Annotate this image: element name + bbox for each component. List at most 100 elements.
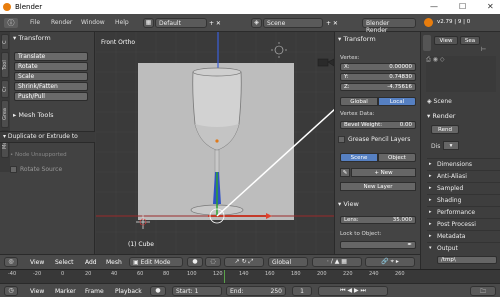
timeline[interactable] — [0, 269, 500, 284]
vertex-x-field[interactable]: X: 0.00000 — [340, 63, 416, 71]
scene-add-icon[interactable]: + ✕ — [326, 20, 338, 27]
close-button[interactable]: ✕ — [487, 2, 494, 11]
timeline-menu-frame[interactable]: Frame — [85, 288, 104, 295]
post-processing-label: Post Processi — [437, 221, 476, 228]
timeline-menu-view[interactable]: View — [30, 288, 44, 295]
rotate-source-label: Rotate Source — [20, 166, 63, 173]
lock-object-field[interactable]: ✒ — [340, 241, 416, 249]
layout-selector[interactable]: Default — [155, 18, 207, 28]
render-tab-icon[interactable]: ⎙ ◉ ◇ — [426, 56, 444, 63]
mesh-tools-title: Mesh Tools — [18, 111, 54, 119]
translate-button[interactable]: Translate — [14, 52, 88, 61]
timeline-tick: 260 — [395, 271, 405, 277]
object-tab[interactable]: Object — [378, 153, 416, 162]
viewport-menu-select[interactable]: Select — [55, 259, 74, 266]
shrink-fatten-button[interactable]: Shrink/Fatten — [14, 82, 88, 91]
expand-triangle-icon: ▸ — [429, 197, 432, 203]
tab-grease-pencil[interactable]: Grea — [1, 100, 9, 128]
layout-add-icon[interactable]: + ✕ — [209, 20, 221, 27]
wine-glass-drawing — [96, 32, 334, 229]
shading-mode-icon[interactable]: ● — [187, 257, 203, 267]
scroll-handle[interactable] — [423, 35, 431, 51]
gp-new-button[interactable]: + New — [351, 168, 416, 177]
menu-render[interactable]: Render — [51, 19, 72, 26]
lens-field[interactable]: Lens: 35.000 — [340, 216, 416, 224]
grease-pencil-header[interactable]: Grease Pencil Layers — [348, 136, 410, 143]
n-transform-title: Transform — [343, 35, 376, 43]
expand-triangle-icon: ▸ — [429, 173, 432, 179]
push-pull-button[interactable]: Push/Pull — [14, 92, 88, 101]
mode-selector[interactable]: ▣ Edit Mode — [129, 257, 183, 267]
view-tab[interactable]: View — [434, 36, 458, 45]
manipulator-icons[interactable]: ↗ ↻ ⤢ — [224, 257, 264, 267]
current-frame-marker[interactable] — [224, 270, 225, 284]
timeline-tick: 200 — [317, 271, 327, 277]
scale-button[interactable]: Scale — [14, 72, 88, 81]
file-browse-icon[interactable]: 🗀 — [470, 286, 496, 296]
start-frame-field[interactable]: Start: 1 — [172, 286, 222, 296]
menu-help[interactable]: Help — [115, 19, 129, 26]
search-tab[interactable]: Sea — [460, 36, 480, 45]
pivot-point-icon[interactable]: ◌ — [205, 257, 221, 267]
render-engine-selector[interactable]: Blender Render — [362, 18, 416, 34]
vertex-y-field[interactable]: Y: 0.74830 — [340, 73, 416, 81]
scene-selector[interactable]: Scene — [263, 18, 323, 28]
timeline-menu-playback[interactable]: Playback — [115, 288, 142, 295]
performance-label: Performance — [437, 209, 476, 216]
pencil-icon[interactable]: ✎ — [340, 168, 350, 177]
local-toggle[interactable]: Local — [378, 97, 416, 106]
new-layer-button[interactable]: New Layer — [340, 182, 416, 191]
render-button[interactable]: Rend — [431, 125, 459, 134]
global-toggle[interactable]: Global — [340, 97, 378, 106]
menu-window[interactable]: Window — [81, 19, 105, 26]
grease-pencil-checkbox[interactable] — [338, 136, 345, 143]
transform-panel-header[interactable]: ▾ Transform — [13, 34, 51, 42]
shading-section[interactable]: ▸ Shading — [427, 194, 500, 205]
render-header[interactable]: ▾ Render — [427, 112, 455, 120]
editor-type-icon[interactable]: ◎ — [4, 257, 18, 267]
bevel-weight-field[interactable]: Bevel Weight: 0.00 — [340, 121, 416, 129]
display-selector[interactable]: ▾ — [443, 141, 459, 150]
rotate-button[interactable]: Rotate — [14, 62, 88, 71]
scene-icon[interactable]: ◈ — [251, 18, 262, 28]
anti-aliasing-label: Anti-Aliasi — [437, 173, 467, 180]
mesh-tools-header[interactable]: ▸ Mesh Tools — [13, 111, 54, 119]
playback-controls[interactable]: ⏮ ◀ ▶ ⏭ — [318, 286, 388, 296]
scene-tab[interactable]: Scene — [340, 153, 378, 162]
record-icon[interactable]: ● — [150, 286, 166, 296]
timeline-menu-marker[interactable]: Marker — [55, 288, 76, 295]
minimize-button[interactable]: — — [430, 2, 438, 11]
sampled-section[interactable]: ▸ Sampled — [427, 182, 500, 193]
output-path-field[interactable]: /tmp\ — [437, 256, 497, 264]
info-editor-icon[interactable]: ⓘ — [4, 18, 18, 28]
operator-panel-header[interactable]: ▾ Duplicate or Extrude to — [3, 133, 78, 140]
current-frame-field[interactable]: 1 — [292, 286, 312, 296]
view-panel-header[interactable]: ▾ View — [338, 200, 359, 208]
maximize-button[interactable]: ☐ — [459, 2, 466, 11]
n-transform-header[interactable]: ▾ Transform — [338, 35, 376, 43]
orientation-selector[interactable]: Global — [268, 257, 308, 267]
viewport-menu-mesh[interactable]: Mesh — [106, 259, 122, 266]
eyedropper-icon[interactable]: ✒ — [407, 242, 412, 249]
tab-tools[interactable]: Tool — [1, 52, 9, 78]
viewport-menu-view[interactable]: View — [30, 259, 44, 266]
output-section[interactable]: ▾ Output — [427, 242, 500, 253]
layout-icon[interactable]: ▦ — [143, 18, 154, 28]
tab-create2[interactable]: Cr — [1, 80, 9, 98]
snap-icons[interactable]: 🔗 ⌖ ▸ — [365, 257, 415, 267]
transform-panel-title: Transform — [18, 34, 51, 42]
viewport-menu-add[interactable]: Add — [85, 259, 97, 266]
3d-viewport[interactable]: Front Ortho (1) Cube — [96, 32, 334, 254]
vertex-z-field[interactable]: Z: -4.75616 — [340, 83, 416, 91]
metadata-section[interactable]: ▸ Metadata — [427, 230, 500, 241]
tab-create[interactable]: C — [1, 34, 9, 50]
select-mode-icons[interactable]: ⋅ ∕ ▲ ▦ — [312, 257, 362, 267]
end-frame-field[interactable]: End: 250 — [226, 286, 286, 296]
post-processing-section[interactable]: ▸ Post Processi — [427, 218, 500, 229]
rotate-source-checkbox[interactable] — [10, 166, 17, 173]
performance-section[interactable]: ▸ Performance — [427, 206, 500, 217]
dimensions-section[interactable]: ▸ Dimensions — [427, 158, 500, 169]
timeline-editor-icon[interactable]: ◷ — [4, 286, 18, 296]
menu-file[interactable]: File — [30, 19, 40, 26]
anti-aliasing-section[interactable]: ▸ Anti-Aliasi — [427, 170, 500, 181]
